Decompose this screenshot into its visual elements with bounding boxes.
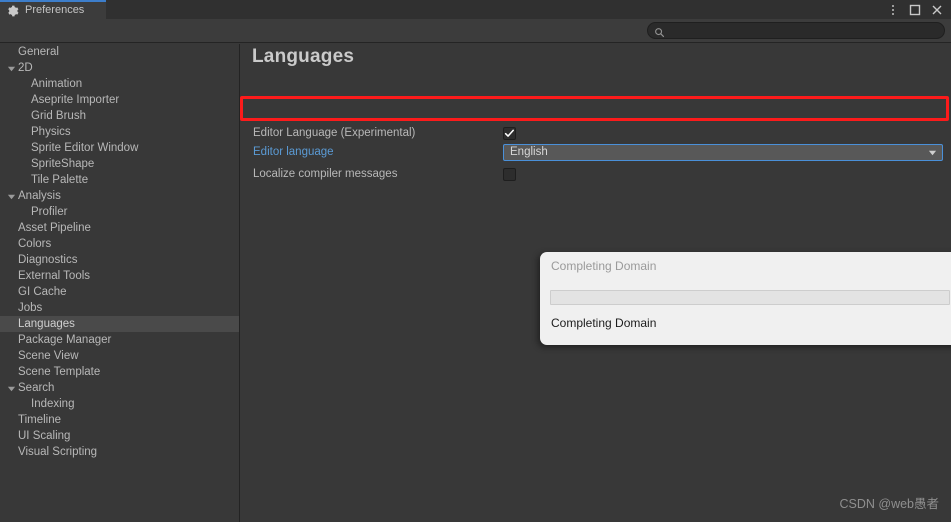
preferences-window: Preferences General 2D Animation Aseprit… bbox=[0, 0, 951, 522]
sidebar-item-label: Colors bbox=[18, 238, 52, 250]
sidebar-item-label: Jobs bbox=[18, 302, 43, 314]
dialog-title: Completing Domain bbox=[551, 259, 657, 273]
sidebar-item-analysis[interactable]: Analysis bbox=[0, 188, 239, 204]
search-field[interactable] bbox=[647, 22, 945, 39]
sidebar-item-package-manager[interactable]: Package Manager bbox=[0, 332, 239, 348]
checkbox-checked[interactable] bbox=[503, 126, 516, 140]
sidebar-item-label: GI Cache bbox=[18, 286, 67, 298]
search-icon bbox=[654, 25, 665, 38]
window-controls bbox=[883, 0, 947, 19]
sidebar-item-label: Asset Pipeline bbox=[18, 222, 91, 234]
sidebar-item-scene-template[interactable]: Scene Template bbox=[0, 364, 239, 380]
setting-label: Editor Language (Experimental) bbox=[253, 127, 416, 139]
setting-label: Localize compiler messages bbox=[253, 168, 398, 180]
gear-icon bbox=[7, 5, 19, 17]
sidebar-item-label: External Tools bbox=[18, 270, 91, 282]
setting-label: Editor language bbox=[253, 146, 334, 158]
tab-preferences[interactable]: Preferences bbox=[0, 0, 106, 19]
sidebar-item-label: Diagnostics bbox=[18, 254, 78, 266]
chevron-down-icon bbox=[927, 147, 938, 158]
sidebar-item-label: Visual Scripting bbox=[18, 446, 98, 458]
sidebar-item-label: Sprite Editor Window bbox=[31, 142, 139, 154]
sidebar-item-search[interactable]: Search bbox=[0, 380, 239, 396]
sidebar-item-label: Indexing bbox=[31, 398, 75, 410]
checkbox-unchecked[interactable] bbox=[503, 167, 516, 181]
sidebar-item-label: Languages bbox=[18, 318, 75, 330]
sidebar-item-profiler[interactable]: Profiler bbox=[0, 204, 239, 220]
sidebar-item-languages[interactable]: Languages bbox=[0, 316, 239, 332]
sidebar-item-label: Physics bbox=[31, 126, 71, 138]
sidebar-item-animation[interactable]: Animation bbox=[0, 76, 239, 92]
close-icon[interactable] bbox=[927, 0, 947, 19]
title-bar: Preferences bbox=[0, 0, 951, 19]
sidebar-item-scene-view[interactable]: Scene View bbox=[0, 348, 239, 364]
page-title: Languages bbox=[252, 46, 355, 67]
sidebar-item-external-tools[interactable]: External Tools bbox=[0, 268, 239, 284]
dialog-status-text: Completing Domain bbox=[551, 316, 657, 330]
maximize-icon[interactable] bbox=[905, 0, 925, 19]
chevron-down-icon[interactable] bbox=[6, 191, 16, 201]
sidebar-item-asset-pipeline[interactable]: Asset Pipeline bbox=[0, 220, 239, 236]
dropdown-selected-value: English bbox=[510, 145, 548, 158]
chevron-down-icon[interactable] bbox=[6, 383, 16, 393]
sidebar-item-gi-cache[interactable]: GI Cache bbox=[0, 284, 239, 300]
settings-sidebar[interactable]: General 2D Animation Aseprite Importer Grid … bbox=[0, 44, 240, 522]
sidebar-item-ui-scaling[interactable]: UI Scaling bbox=[0, 428, 239, 444]
setting-row: Editor Language (Experimental) bbox=[241, 125, 951, 141]
toolbar bbox=[0, 19, 951, 43]
editor-language-dropdown[interactable]: English bbox=[503, 143, 943, 161]
sidebar-item-label: Package Manager bbox=[18, 334, 112, 346]
setting-row: Editor language English bbox=[241, 143, 951, 161]
checkmark-icon bbox=[504, 129, 514, 137]
sidebar-item-physics[interactable]: Physics bbox=[0, 124, 239, 140]
sidebar-item-label: Profiler bbox=[31, 206, 68, 218]
sidebar-item-label: Timeline bbox=[18, 414, 62, 426]
sidebar-item-sprite-editor-window[interactable]: Sprite Editor Window bbox=[0, 140, 239, 156]
sidebar-item-grid-brush[interactable]: Grid Brush bbox=[0, 108, 239, 124]
setting-row: Localize compiler messages bbox=[241, 166, 951, 182]
sidebar-list: General 2D Animation Aseprite Importer Grid … bbox=[0, 44, 239, 460]
sidebar-item-tile-palette[interactable]: Tile Palette bbox=[0, 172, 239, 188]
sidebar-item-visual-scripting[interactable]: Visual Scripting bbox=[0, 444, 239, 460]
sidebar-item-timeline[interactable]: Timeline bbox=[0, 412, 239, 428]
sidebar-item-aseprite-importer[interactable]: Aseprite Importer bbox=[0, 92, 239, 108]
sidebar-item-label: General bbox=[18, 46, 59, 58]
sidebar-item-label: Tile Palette bbox=[31, 174, 89, 186]
progress-dialog: Completing Domain Completing Domain bbox=[540, 252, 951, 345]
sidebar-item-jobs[interactable]: Jobs bbox=[0, 300, 239, 316]
kebab-menu-icon[interactable] bbox=[883, 0, 903, 19]
sidebar-item-general[interactable]: General bbox=[0, 44, 239, 60]
sidebar-item-colors[interactable]: Colors bbox=[0, 236, 239, 252]
sidebar-item-label: Scene Template bbox=[18, 366, 101, 378]
sidebar-item-label: 2D bbox=[18, 62, 33, 74]
sidebar-item-label: SpriteShape bbox=[31, 158, 95, 170]
chevron-down-icon[interactable] bbox=[6, 63, 16, 73]
sidebar-item-diagnostics[interactable]: Diagnostics bbox=[0, 252, 239, 268]
sidebar-item-label: UI Scaling bbox=[18, 430, 71, 442]
sidebar-item-label: Animation bbox=[31, 78, 83, 90]
sidebar-item-label: Scene View bbox=[18, 350, 79, 362]
sidebar-item-indexing[interactable]: Indexing bbox=[0, 396, 239, 412]
tab-label: Preferences bbox=[25, 4, 85, 16]
sidebar-item-label: Aseprite Importer bbox=[31, 94, 120, 106]
sidebar-item-2d[interactable]: 2D bbox=[0, 60, 239, 76]
watermark: CSDN @web愚者 bbox=[839, 497, 939, 511]
search-input[interactable] bbox=[665, 23, 944, 38]
sidebar-item-label: Grid Brush bbox=[31, 110, 86, 122]
sidebar-item-spriteshape[interactable]: SpriteShape bbox=[0, 156, 239, 172]
progress-bar bbox=[550, 290, 950, 305]
